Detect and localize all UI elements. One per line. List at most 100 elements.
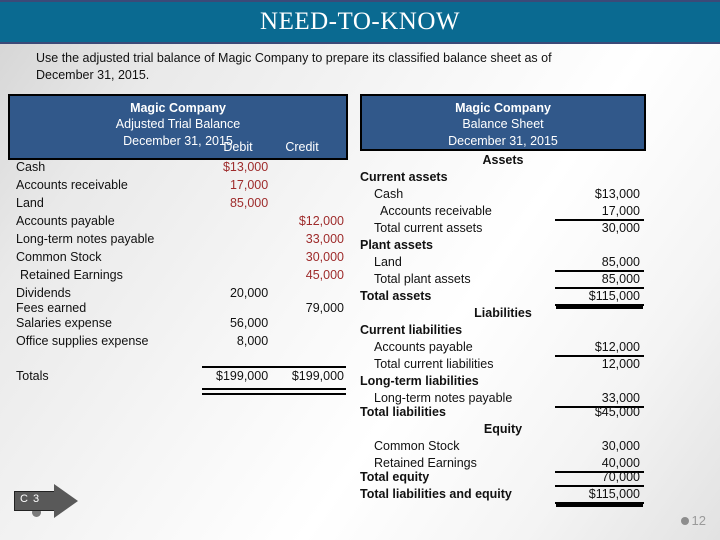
total-liabilities-and-equity-amount: $115,000: [555, 486, 644, 504]
subsection-current-assets: Current assets: [360, 169, 660, 186]
row-debit: 8,000: [236, 334, 269, 348]
adjusted-trial-balance-table: Magic Company Adjusted Trial Balance Dec…: [8, 94, 348, 352]
row-label: Salaries expense: [16, 316, 112, 330]
total-liabilities-and-equity-label: Total liabilities and equity: [360, 487, 512, 501]
row-label: Land: [16, 196, 44, 210]
line-item-land: Land 85,000: [360, 254, 660, 272]
trial-balance-column-headers: Debit Credit: [10, 140, 346, 157]
common-stock-label: Common Stock: [374, 439, 460, 453]
row-credit: 30,000: [305, 250, 344, 264]
row-label: Office supplies expense: [16, 334, 149, 348]
table-row: Common Stock 30,000: [8, 250, 348, 268]
row-label: Accounts receivable: [16, 178, 128, 192]
subsection-current-liabilities: Current liabilities: [360, 322, 660, 339]
balance-sheet-statement: Balance Sheet: [462, 117, 544, 131]
line-item-longterm-notes-payable: Long-term notes payable 33,000: [360, 390, 660, 408]
total-liabilities-label: Total liabilities: [360, 405, 446, 419]
accounts-receivable-amount: 17,000: [555, 203, 644, 221]
row-label: Accounts payable: [16, 214, 115, 228]
line-item-total-plant-assets: Total plant assets 85,000: [360, 271, 660, 289]
totals-double-rule-lower: [202, 393, 346, 395]
total-assets-amount: $115,000: [555, 288, 644, 306]
section-heading-liabilities: Liabilities: [474, 306, 532, 320]
line-item-total-assets: Total assets $115,000: [360, 288, 660, 306]
page-title: NEED-TO-KNOW: [260, 8, 460, 35]
line-item-accounts-receivable: Accounts receivable 17,000: [360, 203, 660, 221]
balance-sheet-body: Assets Current assets Cash $13,000 Accou…: [360, 152, 660, 504]
slide-number: 12: [680, 513, 706, 528]
line-item-total-current-assets: Total current assets 30,000: [360, 220, 660, 237]
line-item-common-stock: Common Stock 30,000: [360, 438, 660, 455]
current-liabilities-title: Current liabilities: [360, 323, 463, 337]
trial-balance-header: Magic Company Adjusted Trial Balance Dec…: [8, 94, 348, 160]
land-label: Land: [374, 255, 402, 269]
row-label: Cash: [16, 160, 46, 174]
balance-sheet-table: Magic Company Balance Sheet December 31,…: [360, 94, 646, 151]
row-credit: 45,000: [305, 268, 345, 282]
totals-row: Totals $199,000 $199,000: [8, 369, 348, 387]
total-current-assets-label: Total current assets: [374, 221, 483, 235]
chapter-arrow-badge: C 3: [14, 484, 80, 518]
subsection-longterm-liabilities: Long-term liabilities: [360, 373, 660, 390]
plant-assets-title: Plant assets: [360, 238, 433, 252]
row-credit: $12,000: [298, 214, 344, 228]
row-debit: 17,000: [229, 178, 269, 192]
line-item-total-liabilities: Total liabilities $45,000: [360, 404, 660, 421]
column-header-credit: Credit: [285, 140, 319, 154]
trial-balance-statement: Adjusted Trial Balance: [115, 117, 241, 131]
trial-balance-company: Magic Company: [130, 101, 226, 115]
total-plant-assets-amount: 85,000: [555, 271, 644, 289]
table-row: Cash $13,000: [8, 160, 348, 178]
total-assets-label: Total assets: [360, 289, 432, 303]
line-item-total-equity: Total equity 70,000: [360, 469, 660, 487]
row-label: Long-term notes payable: [16, 232, 155, 246]
accounts-payable-label: Accounts payable: [374, 340, 473, 354]
totals-debit: $199,000: [216, 369, 269, 383]
section-heading-assets: Assets: [482, 153, 524, 167]
accounts-receivable-label: Accounts receivable: [380, 204, 492, 218]
line-item-total-current-liabilities: Total current liabilities 12,000: [360, 356, 660, 373]
instruction-text: Use the adjusted trial balance of Magic …: [36, 51, 552, 82]
cash-amount: $13,000: [594, 187, 640, 201]
row-credit: 79,000: [305, 301, 344, 315]
land-amount: 85,000: [555, 254, 644, 272]
balance-sheet-header: Magic Company Balance Sheet December 31,…: [360, 94, 646, 151]
table-row: Fees earned 79,000: [8, 301, 348, 316]
totals-credit: $199,000: [291, 369, 344, 383]
total-liabilities-amount: $45,000: [594, 405, 640, 419]
table-row: Office supplies expense 8,000: [8, 334, 348, 352]
row-debit: 56,000: [229, 316, 269, 330]
totals-top-rule: [202, 366, 346, 368]
table-row-totals: Totals $199,000 $199,000: [8, 369, 348, 387]
arrow-head-icon: [54, 484, 78, 518]
totals-double-rule-upper: [202, 388, 346, 390]
table-row: Long-term notes payable 33,000: [8, 232, 348, 250]
cash-label: Cash: [374, 187, 404, 201]
table-row: Dividends 20,000: [8, 286, 348, 301]
row-credit: 33,000: [305, 232, 344, 246]
column-header-spacer: [10, 140, 206, 157]
bullet-dot-icon: [680, 516, 689, 525]
row-label: Fees earned: [16, 301, 87, 315]
row-debit: 85,000: [229, 196, 269, 210]
common-stock-amount: 30,000: [601, 439, 640, 453]
longterm-liabilities-title: Long-term liabilities: [360, 374, 479, 388]
slide-number-text: 12: [691, 513, 706, 528]
total-equity-label: Total equity: [360, 470, 430, 484]
column-header-debit: Debit: [223, 140, 253, 154]
total-current-liabilities-amount: 12,000: [601, 357, 640, 371]
table-row: Accounts receivable 17,000: [8, 178, 348, 196]
total-equity-amount: 70,000: [555, 469, 644, 487]
total-current-liabilities-label: Total current liabilities: [374, 357, 494, 371]
table-row: Accounts payable $12,000: [8, 214, 348, 232]
table-row: Retained Earnings 45,000: [8, 268, 348, 286]
balance-sheet-date: December 31, 2015: [448, 134, 558, 148]
chapter-badge-label: C 3: [20, 493, 41, 505]
row-label: Common Stock: [16, 250, 102, 264]
line-item-total-liabilities-and-equity: Total liabilities and equity $115,000: [360, 486, 660, 504]
line-item-cash: Cash $13,000: [360, 186, 660, 203]
slide-title-banner: NEED-TO-KNOW: [0, 0, 720, 44]
row-debit: 20,000: [229, 286, 269, 300]
accounts-payable-amount: $12,000: [555, 339, 644, 357]
current-assets-title: Current assets: [360, 170, 448, 184]
